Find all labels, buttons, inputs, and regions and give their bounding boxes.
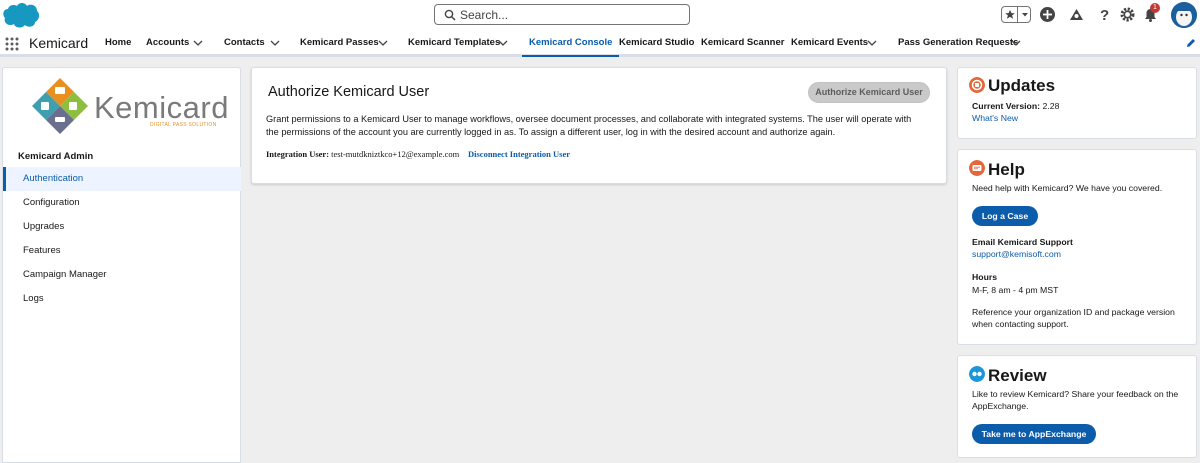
- search-placeholder: Search...: [460, 8, 509, 22]
- support-reference-note: Reference your organization ID and packa…: [972, 307, 1175, 329]
- sidebar-item-logs[interactable]: Logs: [3, 287, 241, 311]
- kemicard-logo: Kemicard DIGITAL PASS SOLUTION: [30, 76, 228, 140]
- authorize-user-card: Authorize Kemicard User Authorize Kemica…: [251, 67, 947, 184]
- help-card: Help Need help with Kemicard? We have yo…: [957, 149, 1197, 345]
- updates-title: Updates: [988, 76, 1056, 95]
- chevron-down-icon[interactable]: [378, 39, 388, 47]
- sidebar-item-configuration[interactable]: Configuration: [3, 191, 241, 215]
- app-name: Kemicard: [29, 35, 89, 51]
- help-title: Help: [988, 160, 1025, 179]
- avatar[interactable]: [1171, 2, 1197, 28]
- sidebar-item-authentication[interactable]: Authentication: [3, 167, 241, 191]
- app-launcher-icon[interactable]: [5, 37, 19, 51]
- log-a-case-button[interactable]: Log a Case: [972, 206, 1038, 226]
- nav-item-kemicard-passes[interactable]: Kemicard Passes: [300, 30, 379, 57]
- email-support-heading: Email Kemicard Support: [972, 237, 1073, 247]
- authorize-user-button[interactable]: Authorize Kemicard User: [808, 82, 930, 103]
- help-icon[interactable]: ?: [1096, 6, 1113, 23]
- nav-item-pass-generation-requests[interactable]: Pass Generation Requests: [898, 30, 1018, 57]
- edit-nav-pencil-icon[interactable]: [1186, 38, 1196, 48]
- sidebar-item-campaign-manager[interactable]: Campaign Manager: [3, 263, 241, 287]
- nav-item-accounts[interactable]: Accounts: [146, 30, 189, 57]
- chevron-down-icon[interactable]: [270, 39, 280, 47]
- integration-user-label: Integration User:: [266, 149, 330, 159]
- hours-heading: Hours: [972, 272, 998, 282]
- whats-new-link[interactable]: What's New: [972, 113, 1018, 123]
- notification-badge: 1: [1150, 3, 1160, 13]
- review-text: Like to review Kemicard? Share your feed…: [972, 389, 1179, 411]
- nav-item-kemicard-events[interactable]: Kemicard Events: [791, 30, 868, 57]
- appexchange-button[interactable]: Take me to AppExchange: [972, 424, 1096, 444]
- nav-item-kemicard-templates[interactable]: Kemicard Templates: [408, 30, 500, 57]
- review-title: Review: [988, 366, 1047, 385]
- authorize-description: Grant permissions to a Kemicard User to …: [266, 114, 912, 137]
- page-title: Authorize Kemicard User: [268, 84, 430, 100]
- hours-value: M-F, 8 am - 4 pm MST: [972, 285, 1059, 295]
- admin-menu: Authentication Configuration Upgrades Fe…: [3, 167, 241, 311]
- review-card: Review Like to review Kemicard? Share yo…: [957, 355, 1197, 458]
- user-avatar-icon: [1171, 2, 1197, 28]
- chevron-down-icon[interactable]: [1011, 39, 1021, 47]
- salesforce-logo-icon[interactable]: [2, 1, 40, 29]
- chevron-down-icon[interactable]: [1019, 7, 1031, 22]
- sidebar-heading: Kemicard Admin: [18, 151, 94, 162]
- add-icon[interactable]: [1039, 6, 1056, 23]
- disconnect-integration-user-link[interactable]: Disconnect Integration User: [468, 149, 570, 159]
- review-icon: [969, 366, 985, 382]
- logo-tagline: DIGITAL PASS SOLUTION: [150, 122, 217, 128]
- nav-item-kemicard-console[interactable]: Kemicard Console: [522, 30, 620, 57]
- integration-user-row: Integration User: test-mutdkniztkco+12@e…: [266, 149, 459, 159]
- admin-sidebar: Kemicard DIGITAL PASS SOLUTION Kemicard …: [2, 67, 241, 463]
- help-intro: Need help with Kemicard? We have you cov…: [972, 183, 1163, 193]
- support-email-link[interactable]: support@kemisoft.com: [972, 249, 1061, 259]
- updates-icon: [969, 77, 985, 93]
- integration-user-value: test-mutdkniztkco+12@example.com: [331, 149, 460, 159]
- chevron-down-icon[interactable]: [193, 39, 203, 47]
- version-value: 2.28: [1042, 101, 1060, 111]
- nav-item-home[interactable]: Home: [105, 30, 131, 57]
- updates-card: Updates Current Version: 2.28 What's New: [957, 67, 1197, 139]
- svg-text:?: ?: [1100, 7, 1109, 23]
- sidebar-item-upgrades[interactable]: Upgrades: [3, 215, 241, 239]
- chevron-down-icon[interactable]: [867, 39, 877, 47]
- chevron-down-icon[interactable]: [498, 39, 508, 47]
- nav-item-kemicard-studio[interactable]: Kemicard Studio: [619, 30, 695, 57]
- setup-assistant-icon[interactable]: [1068, 6, 1085, 23]
- global-search-input[interactable]: Search...: [434, 4, 690, 25]
- current-version: Current Version: 2.28: [972, 100, 1059, 112]
- sidebar-item-features[interactable]: Features: [3, 239, 241, 263]
- version-label: Current Version:: [972, 101, 1041, 111]
- kemicard-logo-icon: [32, 78, 88, 134]
- nav-item-kemicard-scanner[interactable]: Kemicard Scanner: [701, 30, 784, 57]
- search-icon: [444, 9, 456, 21]
- global-header: Search... ? 1: [0, 0, 1200, 30]
- star-icon[interactable]: [1003, 7, 1018, 22]
- gear-icon[interactable]: [1119, 6, 1136, 23]
- favorites-group[interactable]: [1001, 6, 1031, 23]
- help-chat-icon: [969, 160, 985, 176]
- logo-wordmark: Kemicard: [94, 90, 229, 125]
- nav-item-contacts[interactable]: Contacts: [224, 30, 265, 57]
- app-navigation-bar: Kemicard Home Accounts Contacts Kemicard…: [0, 30, 1200, 57]
